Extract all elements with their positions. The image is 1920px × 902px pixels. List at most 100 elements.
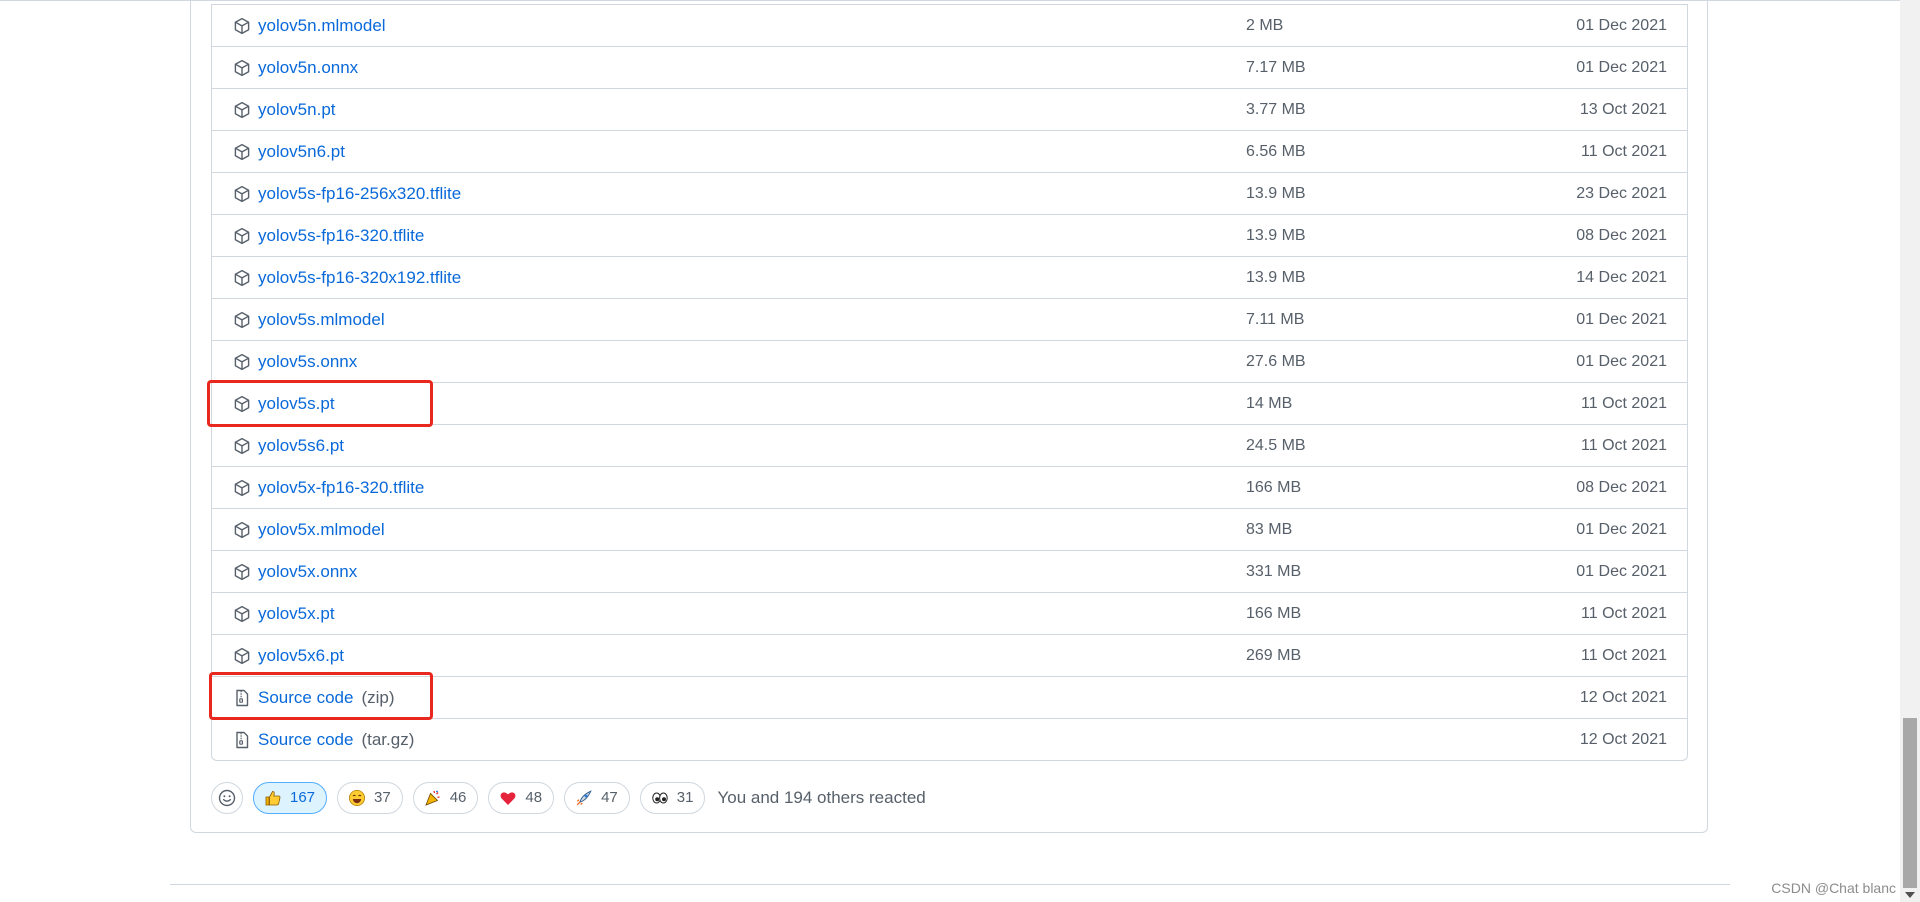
file-zip-icon bbox=[236, 731, 249, 749]
asset-link[interactable]: yolov5n.pt bbox=[258, 100, 336, 120]
asset-row: yolov5s-fp16-320x192.tflite 13.9 MB 14 Dec… bbox=[212, 256, 1687, 298]
asset-date: 13 Oct 2021 bbox=[1579, 101, 1667, 118]
asset-size: 14 MB bbox=[1246, 395, 1293, 412]
package-icon bbox=[234, 185, 250, 203]
source-code-label: Source code bbox=[258, 730, 354, 749]
asset-link[interactable]: yolov5n6.pt bbox=[258, 142, 345, 162]
asset-size: 13.9 MB bbox=[1246, 227, 1306, 244]
asset-row: yolov5x.onnx 331 MB 01 Dec 2021 bbox=[212, 550, 1687, 592]
package-icon bbox=[234, 17, 250, 35]
package-icon bbox=[234, 605, 250, 623]
reaction-thumbs-up-button[interactable]: 167 bbox=[253, 781, 328, 814]
package-icon bbox=[234, 395, 250, 413]
package-icon bbox=[234, 437, 250, 455]
asset-link[interactable]: yolov5n.onnx bbox=[258, 58, 358, 78]
asset-date: 14 Dec 2021 bbox=[1576, 269, 1667, 286]
add-reaction-button[interactable] bbox=[211, 781, 243, 814]
reaction-heart-button[interactable]: 48 bbox=[488, 781, 555, 814]
reaction-hooray-button[interactable]: 46 bbox=[412, 781, 479, 814]
reaction-count: 37 bbox=[374, 789, 391, 806]
asset-row: yolov5s6.pt 24.5 MB 11 Oct 2021 bbox=[212, 424, 1687, 466]
reaction-count: 167 bbox=[290, 789, 316, 806]
asset-link[interactable]: yolov5x.mlmodel bbox=[258, 520, 385, 540]
asset-row: yolov5x6.pt 269 MB 11 Oct 2021 bbox=[212, 634, 1687, 676]
smiley-icon bbox=[218, 789, 236, 806]
file-zip-icon bbox=[236, 689, 249, 707]
laugh-icon bbox=[349, 789, 366, 806]
source-code-date: 12 Oct 2021 bbox=[1579, 689, 1667, 706]
assets-list: yolov5n.mlmodel 2 MB 01 Dec 2021 yolov5n.on… bbox=[211, 4, 1688, 761]
package-icon bbox=[234, 59, 250, 77]
asset-date: 23 Dec 2021 bbox=[1576, 185, 1667, 202]
asset-date: 11 Oct 2021 bbox=[1581, 395, 1667, 412]
asset-row: yolov5s.pt 14 MB 11 Oct 2021 bbox=[212, 382, 1687, 424]
scrollbar-thumb[interactable] bbox=[1903, 718, 1917, 888]
hooray-icon bbox=[425, 790, 440, 806]
asset-link[interactable]: yolov5x-fp16-320.tflite bbox=[258, 478, 424, 498]
asset-link[interactable]: yolov5x6.pt bbox=[258, 646, 344, 666]
asset-row: yolov5n.mlmodel 2 MB 01 Dec 2021 bbox=[212, 4, 1687, 46]
asset-date: 01 Dec 2021 bbox=[1576, 353, 1667, 370]
asset-link[interactable]: yolov5x.pt bbox=[258, 604, 335, 624]
asset-date: 01 Dec 2021 bbox=[1576, 311, 1667, 328]
package-icon bbox=[234, 101, 250, 119]
package-icon bbox=[234, 353, 250, 371]
asset-date: 01 Dec 2021 bbox=[1576, 17, 1667, 34]
asset-size: 3.77 MB bbox=[1246, 101, 1306, 118]
asset-row: yolov5s.mlmodel 7.11 MB 01 Dec 2021 bbox=[212, 298, 1687, 340]
release-page: yolov5n.mlmodel 2 MB 01 Dec 2021 yolov5n.on… bbox=[0, 0, 1920, 902]
source-code-link[interactable]: Source code (tar.gz) bbox=[258, 730, 414, 750]
asset-date: 01 Dec 2021 bbox=[1576, 59, 1667, 76]
asset-size: 83 MB bbox=[1246, 521, 1293, 538]
package-icon bbox=[234, 143, 250, 161]
asset-size: 166 MB bbox=[1246, 605, 1302, 622]
package-icon bbox=[234, 563, 250, 581]
source-code-format: (zip) bbox=[361, 688, 395, 707]
asset-link[interactable]: yolov5s-fp16-320.tflite bbox=[258, 226, 424, 246]
asset-link[interactable]: yolov5s-fp16-320x192.tflite bbox=[258, 268, 461, 288]
source-code-link[interactable]: Source code (zip) bbox=[258, 688, 395, 708]
bottom-divider bbox=[170, 884, 1730, 885]
asset-size: 6.56 MB bbox=[1246, 143, 1306, 160]
asset-date: 01 Dec 2021 bbox=[1576, 521, 1667, 538]
asset-row: yolov5n6.pt 6.56 MB 11 Oct 2021 bbox=[212, 130, 1687, 172]
asset-link[interactable]: yolov5x.onnx bbox=[258, 562, 357, 582]
asset-row: yolov5n.pt 3.77 MB 13 Oct 2021 bbox=[212, 88, 1687, 130]
asset-row: yolov5s.onnx 27.6 MB 01 Dec 2021 bbox=[212, 340, 1687, 382]
watermark: CSDN @Chat blanc bbox=[1771, 880, 1896, 896]
reaction-count: 48 bbox=[525, 789, 543, 806]
reaction-count: 47 bbox=[601, 789, 618, 806]
reaction-summary: You and 194 others reacted bbox=[717, 787, 926, 807]
asset-size: 269 MB bbox=[1246, 647, 1302, 664]
asset-row: yolov5x.mlmodel 83 MB 01 Dec 2021 bbox=[212, 508, 1687, 550]
reactions-bar: 167 37 46 48 47 31 You and 194 others reacted bbox=[211, 780, 926, 815]
reaction-eyes-button[interactable]: 31 bbox=[639, 781, 706, 814]
asset-size: 331 MB bbox=[1246, 563, 1302, 580]
asset-row: yolov5s-fp16-256x320.tflite 13.9 MB 23 Dec… bbox=[212, 172, 1687, 214]
asset-size: 13.9 MB bbox=[1246, 185, 1306, 202]
asset-link[interactable]: yolov5s.onnx bbox=[258, 352, 357, 372]
vertical-scrollbar[interactable] bbox=[1900, 0, 1920, 902]
source-code-date: 12 Oct 2021 bbox=[1579, 731, 1667, 748]
eyes-icon bbox=[652, 792, 668, 803]
package-icon bbox=[234, 647, 250, 665]
asset-date: 08 Dec 2021 bbox=[1576, 479, 1667, 496]
scroll-down-arrow-icon[interactable] bbox=[1905, 892, 1915, 898]
asset-date: 08 Dec 2021 bbox=[1576, 227, 1667, 244]
asset-size: 13.9 MB bbox=[1246, 269, 1306, 286]
reaction-count: 46 bbox=[449, 789, 467, 806]
asset-link[interactable]: yolov5s.pt bbox=[258, 394, 335, 414]
asset-size: 27.6 MB bbox=[1246, 353, 1306, 370]
reaction-laugh-button[interactable]: 37 bbox=[337, 781, 403, 814]
asset-row: yolov5s-fp16-320.tflite 13.9 MB 08 Dec 202… bbox=[212, 214, 1687, 256]
asset-size: 166 MB bbox=[1246, 479, 1302, 496]
reaction-rocket-button[interactable]: 47 bbox=[564, 781, 630, 814]
asset-link[interactable]: yolov5s6.pt bbox=[258, 436, 344, 456]
asset-date: 11 Oct 2021 bbox=[1581, 605, 1667, 622]
asset-size: 2 MB bbox=[1246, 17, 1284, 34]
asset-link[interactable]: yolov5s.mlmodel bbox=[258, 310, 385, 330]
asset-link[interactable]: yolov5n.mlmodel bbox=[258, 16, 386, 36]
asset-link[interactable]: yolov5s-fp16-256x320.tflite bbox=[258, 184, 461, 204]
asset-row: yolov5x.pt 166 MB 11 Oct 2021 bbox=[212, 592, 1687, 634]
rocket-icon bbox=[576, 789, 592, 805]
